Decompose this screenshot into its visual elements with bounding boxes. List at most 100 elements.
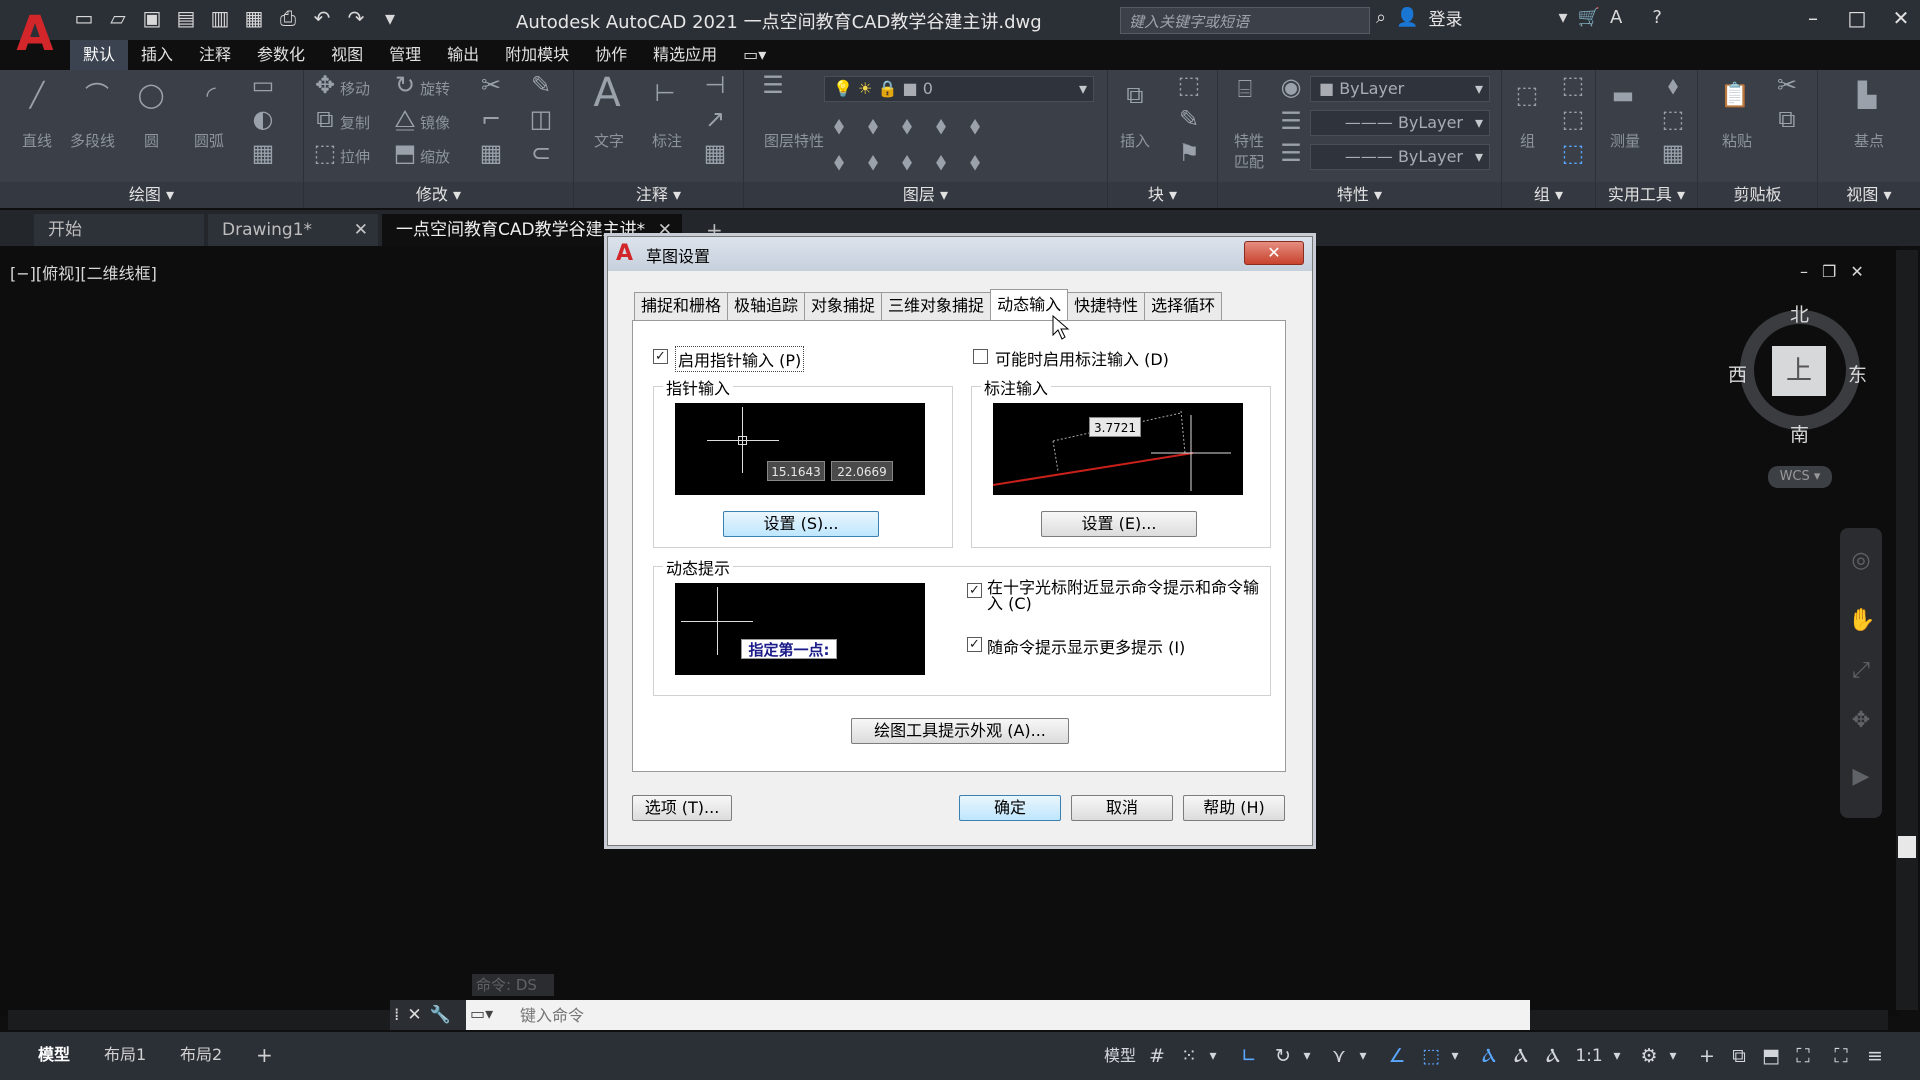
doc-tab-start[interactable]: 开始: [34, 214, 204, 246]
add-layout-icon[interactable]: +: [244, 1040, 285, 1070]
linetype-list-icon[interactable]: ☰: [1276, 106, 1306, 136]
group-edit-icon[interactable]: ⬚: [1558, 104, 1588, 134]
compass-north[interactable]: 北: [1790, 300, 1809, 327]
compass-west[interactable]: 西: [1728, 360, 1747, 387]
dialog-close-button[interactable]: ✕: [1244, 241, 1304, 265]
show-more-prompts-label[interactable]: 随命令提示显示更多提示 (I): [987, 634, 1185, 658]
export-icon[interactable]: ▦: [242, 6, 266, 30]
zoom-extents-icon[interactable]: ⤢: [1848, 658, 1874, 688]
linetype-combo[interactable]: ——— ByLayer: [1310, 110, 1490, 136]
hatch-icon[interactable]: ◐: [248, 104, 278, 134]
id-point-icon[interactable]: ⬧: [1658, 70, 1688, 100]
edit-block-icon[interactable]: ✎: [1174, 104, 1204, 134]
layer-tool-7-icon[interactable]: ⬧: [858, 146, 888, 176]
annotation-scale-value[interactable]: 1:1: [1572, 1042, 1606, 1070]
viewport-controls-label[interactable]: [−][俯视][二维线框]: [10, 260, 157, 284]
workspace-dropdown-icon[interactable]: ▾: [1664, 1042, 1682, 1070]
units-icon[interactable]: ⧉: [1726, 1042, 1752, 1070]
doc-tab-drawing1[interactable]: Drawing1* ✕: [208, 214, 378, 246]
snap-dropdown-icon[interactable]: ▾: [1204, 1042, 1222, 1070]
ribbon-tab-parametric[interactable]: 参数化: [244, 40, 318, 70]
tab-3d-object-snap[interactable]: 三维对象捕捉: [881, 292, 992, 320]
dialog-titlebar[interactable]: A 草图设置 ✕: [608, 237, 1312, 271]
table-icon[interactable]: ▦: [248, 138, 278, 168]
minimize-icon[interactable]: –: [1800, 4, 1826, 32]
view-panel-title[interactable]: 视图 ▾: [1818, 182, 1920, 208]
scale-dropdown-icon[interactable]: ▾: [1608, 1042, 1626, 1070]
erase-icon[interactable]: ✎: [526, 70, 556, 100]
scale-icon[interactable]: ⬒: [390, 138, 420, 168]
undo-icon[interactable]: ↶: [310, 6, 334, 30]
copy-icon[interactable]: ⧉: [310, 104, 340, 134]
cart-icon[interactable]: 🛒: [1578, 7, 1600, 28]
enable-pointer-label[interactable]: 启用指针输入 (P): [675, 346, 805, 372]
show-command-prompt-checkbox[interactable]: ✓: [967, 583, 982, 598]
text-icon[interactable]: A: [592, 73, 622, 113]
modify-panel-title[interactable]: 修改 ▾: [304, 182, 573, 208]
ribbon-tab-default[interactable]: 默认: [70, 40, 129, 70]
save-icon[interactable]: ▣: [140, 6, 164, 30]
annotation-panel-title[interactable]: 注释 ▾: [574, 182, 743, 208]
tab-polar-tracking[interactable]: 极轴追踪: [727, 292, 806, 320]
tab-snap-grid[interactable]: 捕捉和栅格: [634, 292, 729, 320]
cancel-button[interactable]: 取消: [1071, 795, 1173, 821]
move-icon[interactable]: ✥: [310, 70, 340, 100]
block-attribute-icon[interactable]: ⚑: [1174, 138, 1204, 168]
showmotion-icon[interactable]: ▶: [1848, 764, 1874, 794]
isolate-objects-icon[interactable]: ⛶: [1790, 1042, 1816, 1070]
wcs-menu-button[interactable]: WCS ▾: [1768, 466, 1832, 488]
group-select-icon[interactable]: ⬚: [1558, 138, 1588, 168]
match-properties-icon[interactable]: ⌸: [1230, 74, 1260, 104]
utilities-panel-title[interactable]: 实用工具 ▾: [1596, 182, 1697, 208]
object-snap-dropdown-icon[interactable]: ▾: [1446, 1042, 1464, 1070]
select-all-icon[interactable]: ⬚: [1658, 104, 1688, 134]
ribbon-minimize-icon[interactable]: ▭▾: [730, 40, 779, 70]
trim-icon[interactable]: ✂: [476, 70, 506, 100]
command-grip-icon[interactable]: ⁞: [394, 1005, 399, 1025]
command-input[interactable]: [520, 1003, 1520, 1027]
quick-properties-icon[interactable]: ⬒: [1758, 1042, 1784, 1070]
ribbon-tab-view[interactable]: 视图: [318, 40, 376, 70]
explode-icon[interactable]: ◫: [526, 104, 556, 134]
layout-tab-layout1[interactable]: 布局1: [92, 1040, 158, 1070]
mirror-icon[interactable]: ⧋: [390, 104, 420, 134]
groups-panel-title[interactable]: 组 ▾: [1502, 182, 1595, 208]
rectangle-icon[interactable]: ▭: [248, 70, 278, 100]
annotation-monitor-icon[interactable]: +: [1694, 1042, 1720, 1070]
isodraft-dropdown-icon[interactable]: ▾: [1354, 1042, 1372, 1070]
layer-tool-2-icon[interactable]: ⬧: [858, 110, 888, 140]
login-dropdown-icon[interactable]: ▾: [1559, 7, 1568, 28]
show-more-prompts-checkbox[interactable]: ✓: [967, 637, 982, 652]
ortho-icon[interactable]: ∟: [1236, 1042, 1262, 1070]
user-icon[interactable]: 👤: [1396, 7, 1418, 28]
enable-pointer-checkbox[interactable]: ✓: [653, 349, 668, 364]
layers-panel-title[interactable]: 图层 ▾: [744, 182, 1107, 208]
close-command-icon[interactable]: ✕: [407, 1005, 421, 1025]
color-combo[interactable]: ■ ByLayer: [1310, 76, 1490, 102]
polar-icon[interactable]: ↻: [1270, 1042, 1296, 1070]
pointer-settings-button[interactable]: 设置 (S)...: [723, 511, 879, 537]
redo-icon[interactable]: ↷: [344, 6, 368, 30]
customize-dropdown-icon[interactable]: ▾: [378, 6, 402, 30]
dimension-settings-button[interactable]: 设置 (E)...: [1041, 511, 1197, 537]
viewport-minimize-icon[interactable]: –: [1800, 262, 1808, 281]
linear-dim-icon[interactable]: ⊣: [700, 70, 730, 100]
ok-button[interactable]: 确定: [959, 795, 1061, 821]
close-tab-icon[interactable]: ✕: [354, 214, 368, 246]
show-command-prompt-label[interactable]: 在十字光标附近显示命令提示和命令输入 (C): [987, 580, 1267, 612]
annotation-visibility-icon[interactable]: Ⲁ: [1476, 1042, 1502, 1070]
search-icon[interactable]: ⌕: [1376, 7, 1386, 28]
rotate-icon[interactable]: ↻: [390, 70, 420, 100]
ribbon-tab-manage[interactable]: 管理: [376, 40, 434, 70]
ribbon-tab-featured-apps[interactable]: 精选应用: [640, 40, 730, 70]
layer-tool-9-icon[interactable]: ⬧: [926, 146, 956, 176]
orbit-icon[interactable]: ✥: [1848, 708, 1874, 738]
polar-dropdown-icon[interactable]: ▾: [1298, 1042, 1316, 1070]
grid-icon[interactable]: #: [1144, 1042, 1170, 1070]
layout-tab-layout2[interactable]: 布局2: [168, 1040, 234, 1070]
ribbon-tab-insert[interactable]: 插入: [128, 40, 186, 70]
layer-tool-1-icon[interactable]: ⬧: [824, 110, 854, 140]
tab-quick-properties[interactable]: 快捷特性: [1067, 292, 1146, 320]
command-prompt-icon[interactable]: ▭▾: [470, 1004, 506, 1026]
properties-panel-title[interactable]: 特性 ▾: [1218, 182, 1501, 208]
